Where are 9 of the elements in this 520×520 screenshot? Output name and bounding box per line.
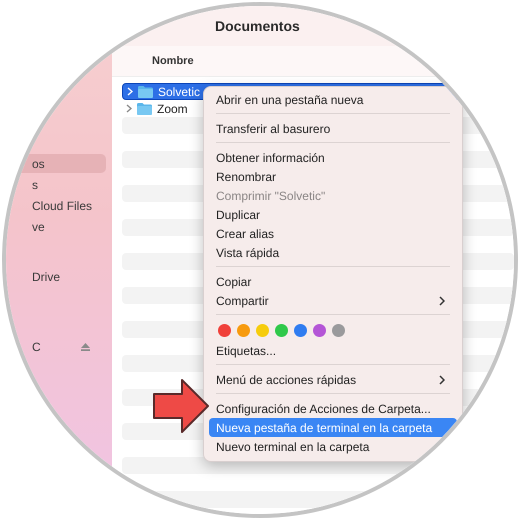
sidebar-label: C	[32, 340, 41, 354]
sidebar-label: ve	[32, 220, 45, 234]
sidebar-label: s	[32, 178, 38, 192]
file-name: Zoom	[157, 102, 188, 116]
window-title: Documentos	[215, 18, 300, 34]
sidebar-label: os	[32, 156, 45, 170]
sidebar-label: Cloud Files	[32, 198, 92, 212]
file-name: Solvetic	[158, 84, 200, 98]
sidebar-label: Drive	[32, 270, 60, 284]
